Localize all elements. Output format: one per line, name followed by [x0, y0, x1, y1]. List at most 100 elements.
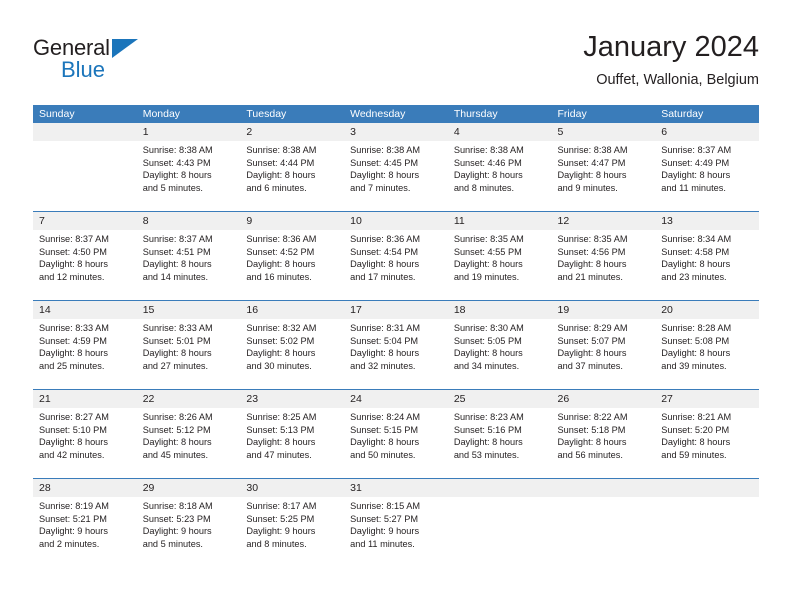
calendar-day-cell[interactable]: 24 Sunrise: 8:24 AM Sunset: 5:15 PM Dayligh…	[344, 390, 448, 478]
day-details: Sunrise: 8:37 AM Sunset: 4:50 PM Daylight:…	[33, 230, 137, 283]
calendar-day-cell[interactable]: 10 Sunrise: 8:36 AM Sunset: 4:54 PM Dayligh…	[344, 212, 448, 300]
calendar-day-cell[interactable]: 16 Sunrise: 8:32 AM Sunset: 5:02 PM Dayligh…	[240, 301, 345, 389]
day-details: Sunrise: 8:29 AM Sunset: 5:07 PM Daylight:…	[552, 319, 656, 372]
day-number: 9	[240, 212, 345, 230]
calendar-day-cell[interactable]: 31 Sunrise: 8:15 AM Sunset: 5:27 PM Dayligh…	[344, 479, 448, 567]
day-number: 17	[344, 301, 448, 319]
day-detail-line: and 8 minutes.	[246, 538, 307, 549]
calendar-empty-cell	[551, 479, 656, 567]
day-number: 28	[33, 479, 137, 497]
calendar-day-cell[interactable]: 6 Sunrise: 8:37 AM Sunset: 4:49 PM Daylight…	[655, 123, 759, 211]
calendar-day-cell[interactable]: 5 Sunrise: 8:38 AM Sunset: 4:47 PM Daylight…	[551, 123, 656, 211]
day-detail-line: Sunrise: 8:19 AM	[39, 501, 109, 511]
calendar-day-cell[interactable]: 11 Sunrise: 8:35 AM Sunset: 4:55 PM Dayligh…	[447, 212, 552, 300]
calendar-day-cell[interactable]: 27 Sunrise: 8:21 AM Sunset: 5:20 PM Dayligh…	[655, 390, 759, 478]
weekday-header-saturday: Saturday	[661, 108, 704, 120]
weekday-header-thursday: Thursday	[453, 108, 498, 120]
day-number: 5	[551, 123, 656, 141]
day-detail-line: and 7 minutes.	[350, 182, 411, 193]
day-number: 19	[551, 301, 656, 319]
calendar-day-cell[interactable]: 25 Sunrise: 8:23 AM Sunset: 5:16 PM Dayligh…	[447, 390, 552, 478]
calendar-day-cell[interactable]: 2 Sunrise: 8:38 AM Sunset: 4:44 PM Daylight…	[240, 123, 345, 211]
calendar-day-cell[interactable]: 15 Sunrise: 8:33 AM Sunset: 5:01 PM Dayligh…	[136, 301, 241, 389]
logo-text-blue: Blue	[61, 57, 106, 82]
day-detail-line: Daylight: 9 hours	[142, 526, 212, 537]
day-number: 21	[33, 390, 137, 408]
calendar-empty-cell	[655, 479, 759, 567]
calendar-day-cell[interactable]: 20 Sunrise: 8:28 AM Sunset: 5:08 PM Dayligh…	[655, 301, 759, 389]
day-details: Sunrise: 8:18 AM Sunset: 5:23 PM Daylight:…	[137, 497, 241, 550]
weekday-header-row: Sunday Monday Tuesday Wednesday Thursday Frid…	[33, 105, 759, 123]
day-detail-line: Daylight: 8 hours	[39, 437, 108, 448]
calendar-week-row: 7 Sunrise: 8:37 AM Sunset: 4:50 PM Daylight…	[33, 211, 759, 300]
day-details: Sunrise: 8:37 AM Sunset: 4:51 PM Daylight:…	[137, 230, 241, 283]
calendar-day-cell[interactable]: 22 Sunrise: 8:26 AM Sunset: 5:12 PM Dayligh…	[136, 390, 241, 478]
calendar-week-row: 21 Sunrise: 8:27 AM Sunset: 5:10 PM Dayligh…	[33, 389, 759, 478]
day-detail-line: and 11 minutes.	[661, 182, 726, 193]
calendar-day-cell[interactable]: 18 Sunrise: 8:30 AM Sunset: 5:05 PM Dayligh…	[447, 301, 552, 389]
day-detail-line: Sunrise: 8:37 AM	[39, 234, 109, 244]
calendar-day-cell[interactable]: 1 Sunrise: 8:38 AM Sunset: 4:43 PM Daylight…	[136, 123, 241, 211]
day-detail-line: Daylight: 8 hours	[142, 170, 212, 181]
day-detail-line: Sunset: 5:25 PM	[246, 513, 315, 524]
day-detail-line: and 50 minutes.	[350, 449, 416, 460]
calendar-day-cell[interactable]: 14 Sunrise: 8:33 AM Sunset: 4:59 PM Dayligh…	[33, 301, 137, 389]
week-cells: 1 Sunrise: 8:38 AM Sunset: 4:43 PM Daylight…	[33, 123, 759, 211]
day-number: 1	[136, 123, 241, 141]
calendar-day-cell[interactable]: 26 Sunrise: 8:22 AM Sunset: 5:18 PM Dayligh…	[551, 390, 656, 478]
day-detail-line: Sunset: 5:15 PM	[350, 424, 419, 435]
day-detail-line: Daylight: 8 hours	[142, 348, 212, 359]
day-detail-line: Sunrise: 8:25 AM	[246, 412, 317, 422]
calendar-day-cell[interactable]: 23 Sunrise: 8:25 AM Sunset: 5:13 PM Dayligh…	[240, 390, 345, 478]
calendar-day-cell[interactable]: 9 Sunrise: 8:36 AM Sunset: 4:52 PM Daylight…	[240, 212, 345, 300]
calendar-day-cell[interactable]: 12 Sunrise: 8:35 AM Sunset: 4:56 PM Dayligh…	[551, 212, 656, 300]
calendar-day-cell[interactable]: 3 Sunrise: 8:38 AM Sunset: 4:45 PM Daylight…	[344, 123, 448, 211]
day-detail-line: Daylight: 8 hours	[246, 437, 316, 448]
calendar-day-cell[interactable]: 29 Sunrise: 8:18 AM Sunset: 5:23 PM Dayligh…	[136, 479, 241, 567]
calendar-day-cell[interactable]: 13 Sunrise: 8:34 AM Sunset: 4:58 PM Dayligh…	[655, 212, 759, 300]
calendar-day-cell[interactable]: 19 Sunrise: 8:29 AM Sunset: 5:07 PM Dayligh…	[551, 301, 656, 389]
calendar-day-cell[interactable]: 4 Sunrise: 8:38 AM Sunset: 4:46 PM Daylight…	[447, 123, 552, 211]
day-detail-line: Daylight: 8 hours	[39, 348, 108, 359]
day-details: Sunrise: 8:32 AM Sunset: 5:02 PM Daylight:…	[240, 319, 344, 372]
day-detail-line: Sunset: 5:27 PM	[350, 513, 419, 524]
calendar-day-cell[interactable]: 30 Sunrise: 8:17 AM Sunset: 5:25 PM Dayligh…	[240, 479, 345, 567]
day-detail-line: Sunset: 5:01 PM	[142, 335, 211, 346]
day-detail-line: Daylight: 8 hours	[453, 437, 523, 448]
calendar-day-cell[interactable]: 8 Sunrise: 8:37 AM Sunset: 4:51 PM Daylight…	[136, 212, 241, 300]
day-detail-line: and 6 minutes.	[246, 182, 307, 193]
day-detail-line: and 27 minutes.	[142, 360, 209, 371]
day-details: Sunrise: 8:38 AM Sunset: 4:44 PM Daylight:…	[240, 141, 344, 194]
calendar-body: 1 Sunrise: 8:38 AM Sunset: 4:43 PM Daylight…	[33, 123, 759, 567]
day-detail-line: Sunrise: 8:18 AM	[142, 501, 213, 511]
day-detail-line: and 5 minutes.	[142, 538, 203, 549]
day-detail-line: Sunset: 4:51 PM	[142, 246, 211, 257]
day-detail-line: Sunset: 5:04 PM	[350, 335, 419, 346]
day-detail-line: and 32 minutes.	[350, 360, 416, 371]
day-detail-line: Sunrise: 8:34 AM	[661, 234, 732, 244]
calendar-day-cell[interactable]: 28 Sunrise: 8:19 AM Sunset: 5:21 PM Dayligh…	[33, 479, 137, 567]
day-details: Sunrise: 8:22 AM Sunset: 5:18 PM Daylight:…	[552, 408, 656, 461]
day-detail-line: Daylight: 9 hours	[350, 526, 420, 537]
day-number: 26	[551, 390, 656, 408]
day-number: 29	[136, 479, 241, 497]
day-detail-line: and 12 minutes.	[39, 271, 105, 282]
day-detail-line: Sunrise: 8:35 AM	[557, 234, 628, 244]
day-number: 7	[33, 212, 137, 230]
day-details: Sunrise: 8:19 AM Sunset: 5:21 PM Daylight:…	[33, 497, 137, 550]
calendar-day-cell[interactable]: 7 Sunrise: 8:37 AM Sunset: 4:50 PM Daylight…	[33, 212, 137, 300]
weekday-header-tuesday: Tuesday	[246, 108, 287, 120]
day-details: Sunrise: 8:38 AM Sunset: 4:43 PM Daylight:…	[137, 141, 241, 194]
day-detail-line: Sunrise: 8:38 AM	[557, 145, 628, 155]
day-detail-line: Daylight: 8 hours	[557, 348, 627, 359]
calendar-week-row: 28 Sunrise: 8:19 AM Sunset: 5:21 PM Dayligh…	[33, 478, 759, 567]
day-detail-line: Daylight: 8 hours	[39, 259, 108, 270]
calendar-day-cell[interactable]: 21 Sunrise: 8:27 AM Sunset: 5:10 PM Dayligh…	[33, 390, 137, 478]
day-details: Sunrise: 8:15 AM Sunset: 5:27 PM Daylight:…	[344, 497, 448, 550]
day-detail-line: and 25 minutes.	[39, 360, 105, 371]
day-detail-line: Daylight: 8 hours	[246, 170, 316, 181]
day-number: 22	[136, 390, 241, 408]
day-detail-line: and 34 minutes.	[453, 360, 520, 371]
day-detail-line: Daylight: 8 hours	[246, 348, 316, 359]
calendar-day-cell[interactable]: 17 Sunrise: 8:31 AM Sunset: 5:04 PM Dayligh…	[344, 301, 448, 389]
